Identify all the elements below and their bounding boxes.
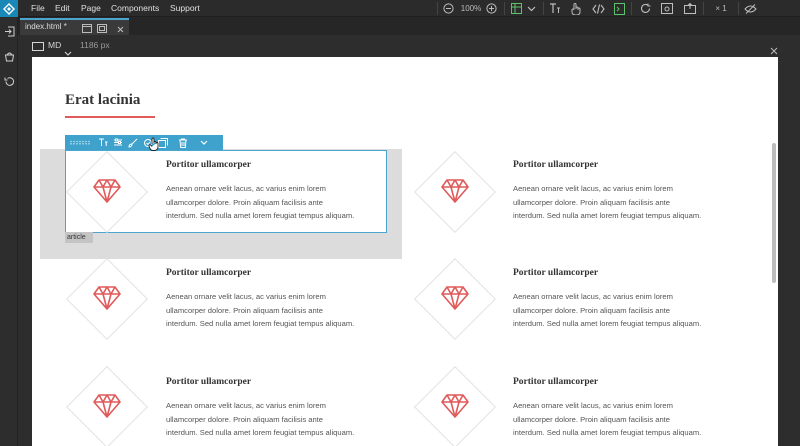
viewport-width: 1186 px (80, 40, 110, 50)
toolbar-divider (703, 2, 704, 15)
menu-page[interactable]: Page (81, 0, 101, 17)
title-underline (65, 116, 155, 118)
gem-icon (93, 394, 121, 418)
scrollbar-thumb[interactable] (772, 143, 776, 283)
app-logo (0, 0, 18, 17)
card-title: Portitor ullamcorper (166, 377, 252, 387)
tab-filename: index.html (25, 22, 62, 31)
section-title[interactable]: Erat lacinia (65, 92, 140, 109)
toolbar-divider (504, 2, 505, 15)
text-icon[interactable] (95, 135, 110, 150)
eye-slash-icon[interactable] (742, 0, 758, 17)
page-canvas[interactable]: Erat lacinia article Portitor ullamcorpe… (32, 57, 778, 446)
hand-pointer-icon[interactable] (568, 0, 582, 17)
card-text: Aenean ornare velit lacus, ac varius eni… (513, 184, 702, 220)
card-text: Aenean ornare velit lacus, ac varius eni… (513, 401, 702, 437)
zoom-level: 100% (460, 4, 482, 13)
tab-index-html[interactable]: index.html * (20, 18, 129, 35)
element-toolbar (65, 135, 223, 150)
gem-icon (441, 286, 469, 310)
menu-file[interactable]: File (31, 0, 45, 17)
preview-icon[interactable] (660, 0, 674, 17)
settings-sliders-icon[interactable] (110, 135, 125, 150)
viewport-bar: MD 1186 px (18, 35, 800, 57)
canvas-scrollbar[interactable] (768, 57, 778, 446)
element-tag-label: article (65, 232, 93, 243)
card-text: Aenean ornare velit lacus, ac varius eni… (513, 292, 702, 328)
card-title: Portitor ullamcorper (513, 160, 599, 170)
card-title: Portitor ullamcorper (513, 377, 599, 387)
card-text: Aenean ornare velit lacus, ac varius eni… (166, 292, 355, 328)
card-title: Portitor ullamcorper (166, 160, 252, 170)
refresh-icon[interactable] (638, 0, 652, 17)
brush-icon[interactable] (125, 135, 140, 150)
drag-handle-icon[interactable] (65, 135, 95, 150)
unsaved-indicator: * (63, 22, 67, 31)
card-text: Aenean ornare velit lacus, ac varius eni… (166, 184, 355, 220)
gem-icon (441, 179, 469, 203)
chevron-down-icon[interactable] (524, 0, 538, 17)
gem-icon (93, 179, 121, 203)
grid-icon[interactable] (509, 0, 523, 17)
toolbar-divider (738, 2, 739, 15)
toolbar-divider (631, 2, 632, 15)
gem-icon (93, 286, 121, 310)
toolbar-divider (543, 2, 544, 15)
gem-icon (441, 394, 469, 418)
code-file-icon[interactable] (612, 0, 626, 17)
tab-bar: index.html * (18, 17, 800, 35)
undo-icon[interactable] (3, 75, 15, 87)
menu-components[interactable]: Components (111, 0, 159, 17)
menu-edit[interactable]: Edit (55, 0, 70, 17)
text-size-icon[interactable] (548, 0, 562, 17)
card-title: Portitor ullamcorper (513, 268, 599, 278)
menu-support[interactable]: Support (170, 0, 200, 17)
export-icon[interactable] (683, 0, 697, 17)
toolbar-divider (437, 2, 438, 15)
trash-icon[interactable] (170, 135, 196, 150)
code-icon[interactable] (590, 0, 606, 17)
login-icon[interactable] (3, 25, 15, 37)
chevron-down-icon[interactable] (196, 135, 211, 150)
zoom-in-icon[interactable] (484, 0, 498, 17)
device-size-select[interactable]: MD (48, 40, 61, 50)
hand-cursor-icon (148, 137, 159, 151)
card-text: Aenean ornare velit lacus, ac varius eni… (166, 401, 355, 437)
bucket-icon[interactable] (3, 50, 15, 62)
monitor-icon (32, 42, 44, 51)
side-toolbar (0, 17, 18, 446)
menu-bar: File Edit Page Components Support 100% ×… (0, 0, 800, 17)
card-title: Portitor ullamcorper (166, 268, 252, 278)
device-multiplier[interactable]: × 1 (707, 0, 735, 17)
zoom-out-icon[interactable] (441, 0, 455, 17)
